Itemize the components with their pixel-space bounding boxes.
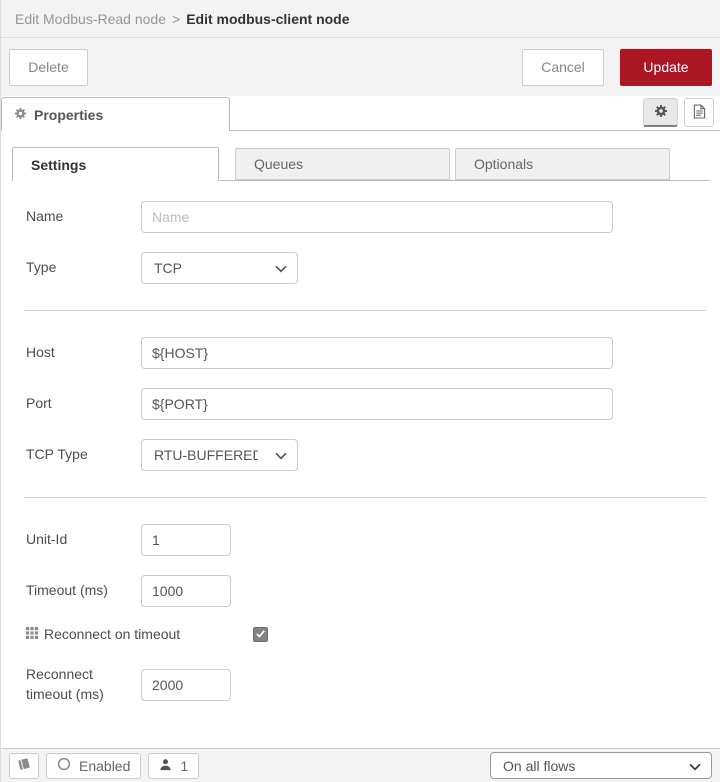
- check-icon: [255, 626, 266, 642]
- gear-icon: [654, 104, 668, 121]
- dialog-toolbar: Delete Cancel Update: [1, 38, 720, 96]
- reconnect-checkbox[interactable]: [253, 626, 268, 642]
- breadcrumb-parent[interactable]: Edit Modbus-Read node: [15, 11, 166, 27]
- file-document-icon: [693, 103, 706, 122]
- name-row: Name: [26, 201, 706, 233]
- grid-icon: [26, 626, 38, 642]
- port-label: Port: [26, 395, 52, 412]
- enabled-toggle-button[interactable]: Enabled: [46, 752, 142, 779]
- reconnect-timeout-label: Reconnect timeout (ms): [26, 666, 104, 702]
- delete-button[interactable]: Delete: [9, 48, 88, 86]
- tcp-type-select-value: RTU-BUFFERED: [154, 447, 258, 463]
- footer-right-group: On all flows: [490, 752, 712, 779]
- unit-id-input[interactable]: [141, 524, 231, 556]
- unit-id-row: Unit-Id: [26, 524, 706, 556]
- update-button[interactable]: Update: [620, 48, 712, 86]
- timeout-input[interactable]: [141, 575, 231, 607]
- reconnect-on-timeout-label: Reconnect on timeout: [44, 626, 181, 642]
- node-settings-button[interactable]: [643, 98, 678, 127]
- tcp-type-select[interactable]: RTU-BUFFERED: [141, 439, 298, 471]
- timeout-label: Timeout (ms): [26, 582, 108, 599]
- toolbar-right-group: Cancel Update: [522, 48, 712, 86]
- tcp-type-label: TCP Type: [26, 446, 88, 463]
- host-row: Host: [26, 337, 706, 369]
- tab-settings[interactable]: Settings: [12, 147, 219, 181]
- host-input[interactable]: [141, 337, 613, 369]
- node-help-button[interactable]: [9, 752, 39, 779]
- reconnect-timeout-input[interactable]: [141, 668, 231, 701]
- type-label: Type: [26, 259, 57, 276]
- book-icon: [16, 757, 32, 774]
- chevron-down-icon: [689, 758, 701, 774]
- type-select-value: TCP: [154, 260, 182, 276]
- properties-bar: Properties: [1, 96, 720, 131]
- node-description-button[interactable]: [684, 98, 714, 127]
- type-row: Type TCP: [26, 252, 706, 284]
- dialog-footer: Enabled 1 On all flows: [1, 748, 720, 782]
- properties-tab-label: Properties: [34, 106, 104, 123]
- user-icon: [159, 758, 172, 774]
- scope-select-value: On all flows: [503, 757, 576, 774]
- breadcrumb-current: Edit modbus-client node: [186, 10, 350, 27]
- name-input[interactable]: [141, 201, 613, 233]
- chevron-down-icon: [275, 260, 287, 276]
- reconnect-timeout-row: Reconnect timeout (ms): [26, 665, 706, 704]
- unit-id-label: Unit-Id: [26, 531, 68, 548]
- settings-form: Name Type TCP Host Port: [1, 181, 720, 704]
- cancel-button[interactable]: Cancel: [522, 48, 604, 86]
- host-label: Host: [26, 344, 55, 361]
- enabled-label: Enabled: [79, 757, 131, 774]
- breadcrumb-separator: >: [172, 10, 181, 27]
- circle-status-icon: [57, 757, 71, 774]
- divider: [24, 497, 706, 498]
- port-row: Port: [26, 388, 706, 420]
- instance-count-button[interactable]: 1: [148, 752, 200, 779]
- reconnect-on-timeout-label-group: Reconnect on timeout: [26, 626, 253, 642]
- tab-optionals[interactable]: Optionals: [455, 148, 670, 180]
- tab-properties[interactable]: Properties: [1, 97, 230, 131]
- edit-node-dialog: Edit Modbus-Read node > Edit modbus-clie…: [0, 0, 720, 782]
- tcp-type-row: TCP Type RTU-BUFFERED: [26, 439, 706, 471]
- instance-count: 1: [180, 757, 189, 774]
- reconnect-on-timeout-row: Reconnect on timeout: [26, 626, 706, 642]
- port-input[interactable]: [141, 388, 613, 420]
- properties-actions: [643, 98, 720, 127]
- breadcrumb: Edit Modbus-Read node > Edit modbus-clie…: [1, 0, 720, 38]
- settings-tab-bar: Settings Queues Optionals: [12, 147, 709, 181]
- scope-select[interactable]: On all flows: [490, 752, 712, 779]
- gear-icon: [14, 107, 27, 123]
- chevron-down-icon: [275, 447, 287, 463]
- timeout-row: Timeout (ms): [26, 575, 706, 607]
- name-label: Name: [26, 208, 64, 225]
- type-select[interactable]: TCP: [141, 252, 298, 284]
- divider: [24, 310, 706, 311]
- properties-panel: Settings Queues Optionals Name Type TCP: [1, 131, 720, 748]
- tab-queues[interactable]: Queues: [235, 148, 450, 180]
